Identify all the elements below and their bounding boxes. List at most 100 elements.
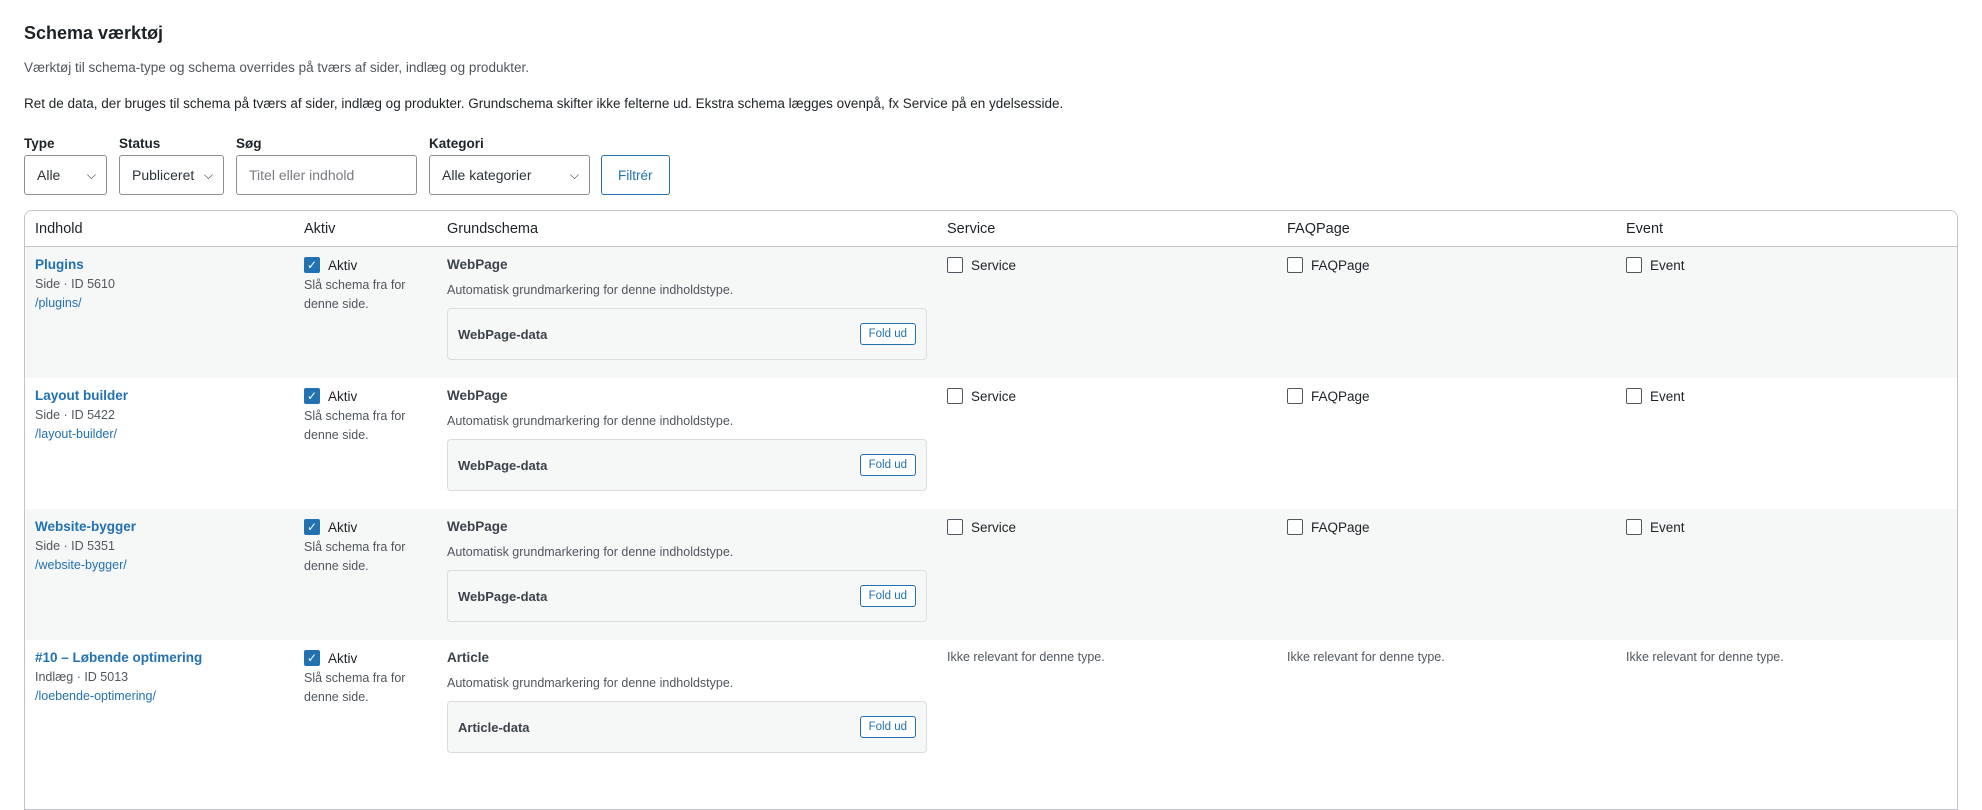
active-label: Aktiv — [328, 650, 358, 666]
expand-button[interactable]: Fold ud — [859, 716, 916, 738]
faqpage-cell: Ikke relevant for denne type. — [1287, 650, 1445, 664]
expand-button[interactable]: Fold ud — [859, 585, 916, 607]
content-slug-link[interactable]: /plugins/ — [35, 296, 115, 310]
checkbox-icon — [1626, 519, 1642, 535]
category-label: Kategori — [429, 136, 484, 151]
search-filter: Søg Titel eller indhold — [236, 135, 417, 195]
table-row: Website-bygger Side · ID 5351 /website-b… — [25, 509, 1957, 640]
header-active: Aktiv — [304, 221, 336, 237]
base-schema-cell: Article Automatisk grundmarkering for de… — [447, 650, 927, 753]
faqpage-checkbox[interactable]: FAQPage — [1287, 257, 1370, 273]
service-checkbox[interactable]: Service — [947, 519, 1016, 535]
active-label: Aktiv — [328, 519, 358, 535]
status-label: Status — [119, 136, 161, 151]
base-schema-cell: WebPage Automatisk grundmarkering for de… — [447, 257, 927, 360]
type-select[interactable]: Alle ⌵ — [24, 155, 107, 195]
schema-note: Automatisk grundmarkering for denne indh… — [447, 283, 734, 297]
content-cell: Layout builder Side · ID 5422 /layout-bu… — [35, 388, 128, 441]
service-label: Service — [971, 257, 1017, 273]
content-slug-link[interactable]: /website-bygger/ — [35, 558, 136, 572]
service-cell: Service — [947, 388, 1016, 404]
category-select[interactable]: Alle kategorier ⌵ — [429, 155, 590, 195]
content-meta: Side · ID 5422 — [35, 408, 115, 422]
content-cell: Plugins Side · ID 5610 /plugins/ — [35, 257, 115, 310]
active-checkbox[interactable]: ✓ Aktiv — [304, 650, 419, 666]
header-content: Indhold — [35, 221, 83, 237]
active-cell: ✓ Aktiv Slå schema fra for denne side. — [304, 257, 419, 314]
schema-table: Indhold Aktiv Grundschema Service FAQPag… — [24, 210, 1958, 810]
expand-button[interactable]: Fold ud — [859, 323, 916, 345]
filter-button[interactable]: Filtrér — [601, 155, 670, 195]
category-filter: Kategori Alle kategorier ⌵ — [429, 135, 590, 195]
active-note: Slå schema fra for denne side. — [304, 278, 406, 311]
content-title-link[interactable]: Plugins — [35, 257, 115, 272]
status-select-value: Publiceret — [132, 167, 195, 183]
header-base-schema: Grundschema — [447, 221, 539, 237]
faqpage-checkbox[interactable]: FAQPage — [1287, 388, 1370, 404]
active-checkbox[interactable]: ✓ Aktiv — [304, 388, 419, 404]
status-select[interactable]: Publiceret ⌵ — [119, 155, 224, 195]
service-cell: Service — [947, 519, 1016, 535]
chevron-down-icon: ⌵ — [569, 167, 579, 182]
not-relevant-text: Ikke relevant for denne type. — [947, 650, 1105, 664]
type-label: Type — [24, 136, 55, 151]
service-checkbox[interactable]: Service — [947, 257, 1016, 273]
page-description: Ret de data, der bruges til schema på tv… — [24, 96, 1064, 111]
content-title-link[interactable]: #10 – Løbende optimering — [35, 650, 202, 665]
service-cell: Service — [947, 257, 1016, 273]
active-cell: ✓ Aktiv Slå schema fra for denne side. — [304, 388, 419, 445]
checkbox-icon — [1287, 257, 1303, 273]
search-label: Søg — [236, 136, 262, 151]
header-service: Service — [947, 221, 996, 237]
event-label: Event — [1650, 519, 1685, 535]
schema-data-label: Article-data — [458, 719, 530, 735]
page-subtitle: Værktøj til schema-type og schema overri… — [24, 60, 529, 75]
table-row: #10 – Løbende optimering Indlæg · ID 501… — [25, 640, 1957, 771]
schema-data-label: WebPage-data — [458, 457, 548, 473]
event-cell: Event — [1626, 257, 1685, 273]
event-checkbox[interactable]: Event — [1626, 388, 1685, 404]
faqpage-checkbox[interactable]: FAQPage — [1287, 519, 1370, 535]
active-label: Aktiv — [328, 257, 358, 273]
content-cell: #10 – Løbende optimering Indlæg · ID 501… — [35, 650, 202, 703]
service-label: Service — [971, 519, 1017, 535]
content-slug-link[interactable]: /loebende-optimering/ — [35, 689, 202, 703]
active-cell: ✓ Aktiv Slå schema fra for denne side. — [304, 519, 419, 576]
content-title-link[interactable]: Layout builder — [35, 388, 128, 403]
event-checkbox[interactable]: Event — [1626, 257, 1685, 273]
faqpage-cell: FAQPage — [1287, 257, 1370, 273]
active-checkbox[interactable]: ✓ Aktiv — [304, 519, 419, 535]
schema-data-panel: WebPage-data Fold ud — [447, 439, 927, 491]
content-meta: Indlæg · ID 5013 — [35, 670, 129, 684]
type-filter: Type Alle ⌵ — [24, 135, 107, 195]
event-cell: Event — [1626, 388, 1685, 404]
chevron-down-icon: ⌵ — [86, 167, 96, 182]
category-select-value: Alle kategorier — [442, 167, 532, 183]
chevron-down-icon: ⌵ — [203, 167, 213, 182]
service-checkbox[interactable]: Service — [947, 388, 1016, 404]
event-label: Event — [1650, 257, 1685, 273]
content-title-link[interactable]: Website-bygger — [35, 519, 136, 534]
content-slug-link[interactable]: /layout-builder/ — [35, 427, 128, 441]
filter-bar: Type Alle ⌵ Status Publiceret ⌵ Søg Tite… — [24, 135, 1958, 195]
checkbox-icon — [947, 519, 963, 535]
active-note: Slå schema fra for denne side. — [304, 409, 406, 442]
filter-button-wrap: Filtrér — [601, 155, 670, 195]
expand-button[interactable]: Fold ud — [859, 454, 916, 476]
active-checkbox[interactable]: ✓ Aktiv — [304, 257, 419, 273]
schema-type: WebPage — [447, 519, 508, 534]
search-input[interactable]: Titel eller indhold — [236, 155, 417, 195]
checkbox-icon — [1626, 257, 1642, 273]
schema-type: WebPage — [447, 257, 508, 272]
type-select-value: Alle — [37, 167, 61, 183]
checkbox-icon — [1287, 519, 1303, 535]
faqpage-cell: FAQPage — [1287, 388, 1370, 404]
active-note: Slå schema fra for denne side. — [304, 540, 406, 573]
event-checkbox[interactable]: Event — [1626, 519, 1685, 535]
checkbox-icon — [1626, 388, 1642, 404]
not-relevant-text: Ikke relevant for denne type. — [1626, 650, 1784, 664]
schema-note: Automatisk grundmarkering for denne indh… — [447, 545, 734, 559]
schema-note: Automatisk grundmarkering for denne indh… — [447, 414, 734, 428]
header-event: Event — [1626, 221, 1664, 237]
search-placeholder: Titel eller indhold — [249, 167, 355, 183]
